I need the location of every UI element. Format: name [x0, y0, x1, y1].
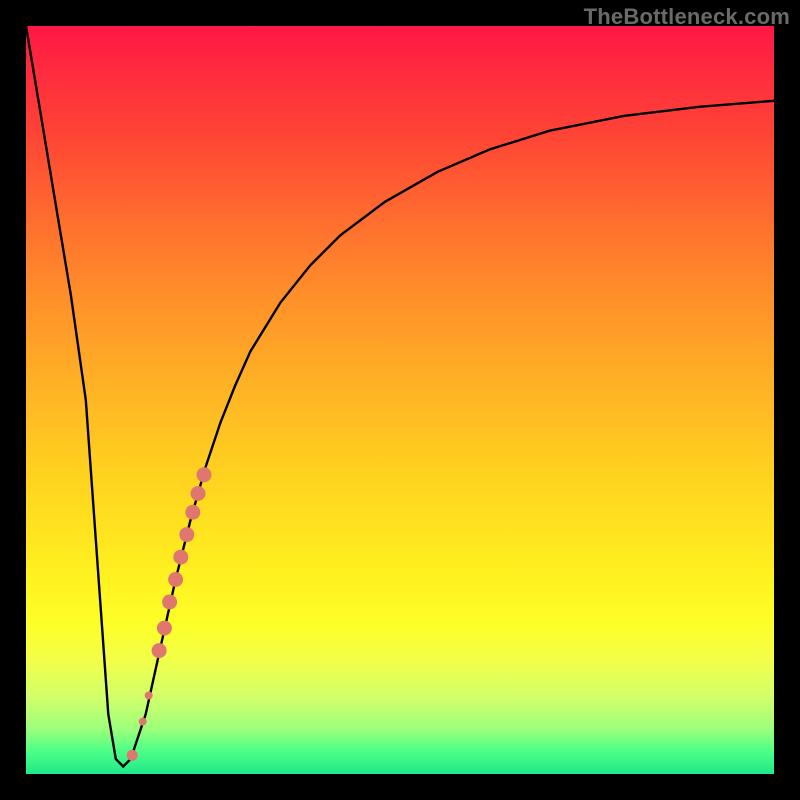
data-marker	[191, 486, 206, 501]
data-marker	[168, 572, 183, 587]
data-marker	[173, 550, 188, 565]
chart-svg	[26, 26, 774, 774]
data-marker	[157, 621, 172, 636]
data-marker	[139, 718, 147, 726]
watermark-text: TheBottleneck.com	[584, 4, 790, 30]
data-marker	[179, 527, 194, 542]
data-marker	[145, 692, 153, 700]
data-marker	[152, 643, 167, 658]
data-marker	[197, 467, 212, 482]
bottleneck-curve	[26, 26, 774, 767]
data-marker	[127, 750, 138, 761]
chart-frame: TheBottleneck.com	[0, 0, 800, 800]
data-marker	[185, 505, 200, 520]
data-marker	[162, 595, 177, 610]
